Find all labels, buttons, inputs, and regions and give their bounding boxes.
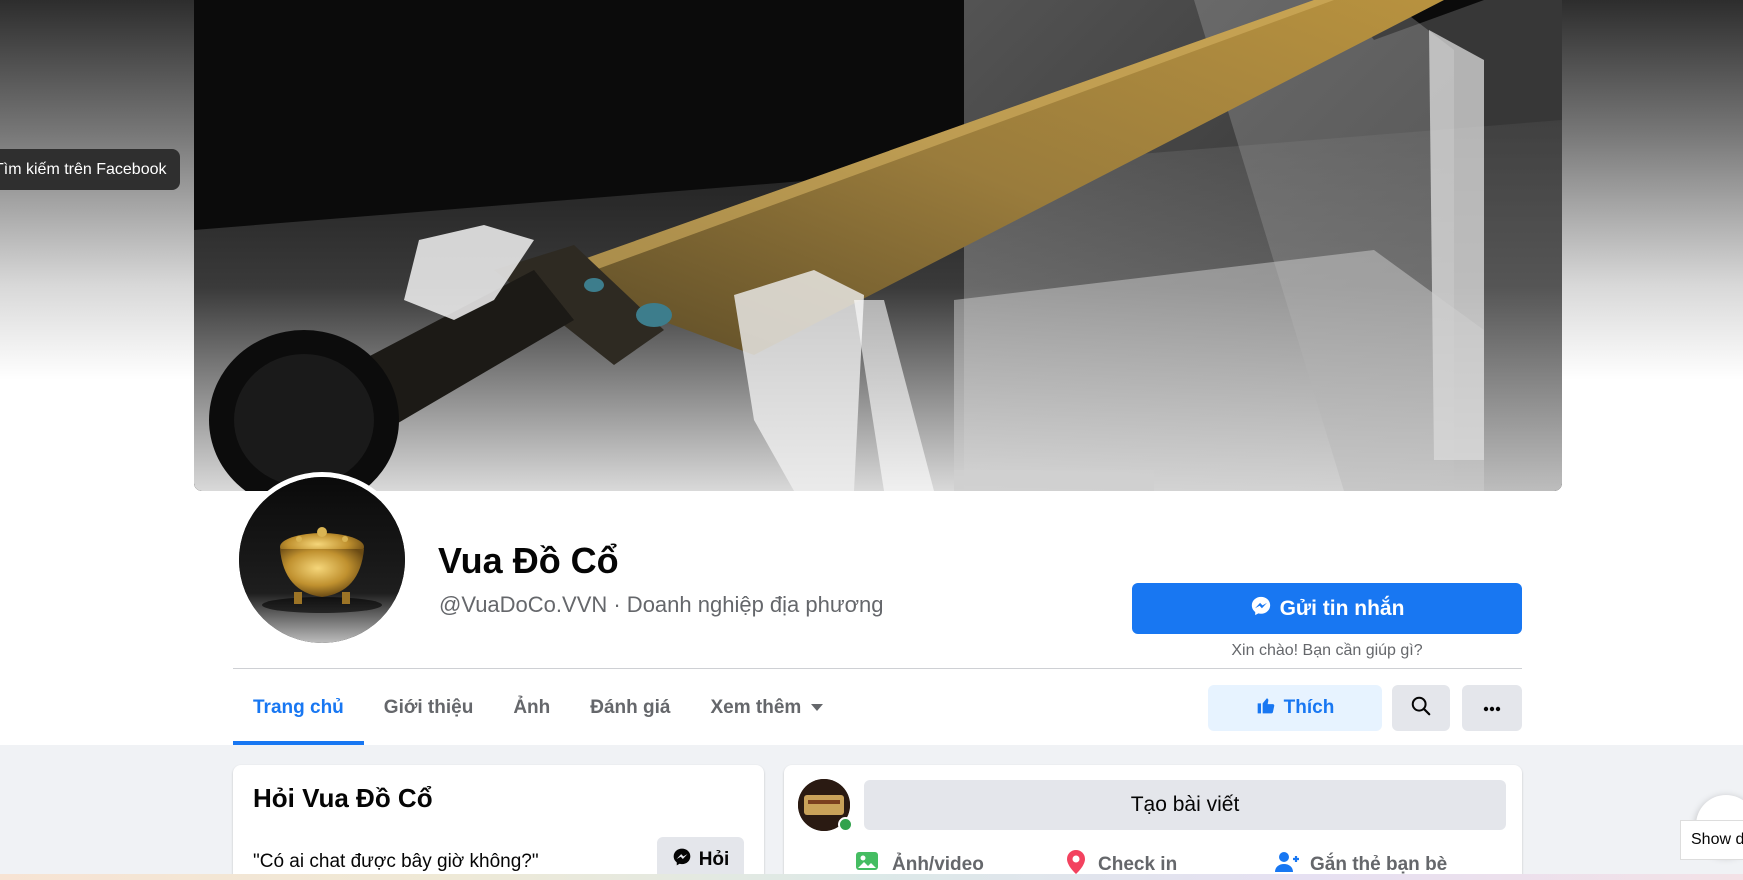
page-tabs: Trang chủ Giới thiệu Ảnh Đánh giá Xem th… [233, 670, 843, 745]
cover-photo-sword-image [194, 0, 1562, 491]
greeting-text: Xin chào! Bạn cần giúp gì? [1231, 642, 1423, 659]
online-status-indicator [838, 817, 853, 832]
send-message-button[interactable]: Gửi tin nhắn [1132, 583, 1522, 634]
caret-down-icon [811, 704, 824, 711]
tab-about[interactable]: Giới thiệu [364, 670, 494, 745]
send-message-label: Gửi tin nhắn [1279, 596, 1405, 620]
messenger-icon [1250, 595, 1272, 623]
like-label: Thích [1283, 697, 1335, 718]
taskbar-edge [0, 874, 1743, 880]
more-dots-icon [1483, 699, 1501, 717]
tab-more[interactable]: Xem thêm [690, 670, 843, 745]
photo-video-label: Ảnh/video [892, 854, 984, 875]
search-facebook-tooltip: Tìm kiếm trên Facebook [0, 149, 180, 190]
tab-more-label: Xem thêm [710, 696, 802, 718]
cover-photo[interactable] [194, 0, 1562, 491]
like-page-button[interactable]: Thích [1208, 685, 1382, 731]
tab-reviews-label: Đánh giá [590, 696, 671, 718]
tab-photos-label: Ảnh [513, 696, 551, 718]
suggested-question[interactable]: "Có ai chat được bây giờ không?" [253, 851, 539, 873]
tab-about-label: Giới thiệu [383, 696, 474, 718]
messenger-icon [672, 847, 692, 873]
ask-page-card: Hỏi Vua Đồ Cổ "Có ai chat được bây giờ k… [233, 765, 764, 880]
tag-friends-label: Gắn thẻ bạn bè [1310, 854, 1448, 875]
bronze-vessel-image [239, 477, 405, 643]
more-options-button[interactable] [1462, 685, 1522, 731]
ask-button-label: Hỏi [698, 849, 730, 870]
search-page-button[interactable] [1392, 685, 1450, 731]
create-post-card: Tạo bài viết Ảnh/video Check in Gắn thẻ … [784, 765, 1522, 880]
profile-picture[interactable] [234, 472, 410, 648]
header-divider [233, 668, 1522, 669]
page-title: Vua Đồ Cổ [438, 540, 619, 581]
ask-card-title: Hỏi Vua Đồ Cổ [253, 783, 433, 813]
profile-picture-image [239, 477, 405, 643]
check-in-label: Check in [1098, 854, 1178, 875]
tab-reviews[interactable]: Đánh giá [570, 670, 690, 745]
show-desktop-tooltip: Show de [1680, 820, 1743, 860]
search-icon [1410, 695, 1432, 722]
tab-home[interactable]: Trang chủ [233, 670, 364, 745]
create-post-button[interactable]: Tạo bài viết [864, 780, 1506, 830]
tab-photos[interactable]: Ảnh [493, 670, 570, 745]
tab-home-label: Trang chủ [253, 696, 344, 718]
page-username-category: @VuaDoCo.VVN · Doanh nghiệp địa phương [439, 592, 884, 617]
thumbs-up-icon [1256, 695, 1276, 721]
